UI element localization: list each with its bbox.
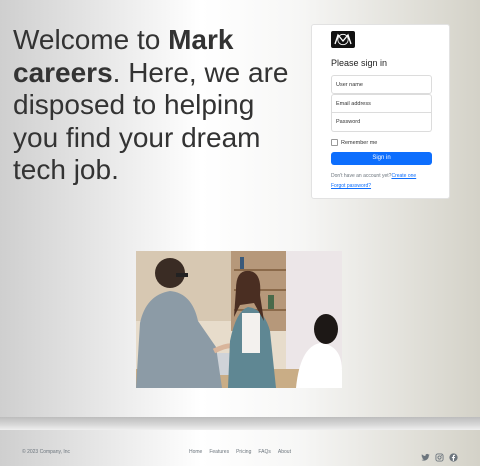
footer-link-features[interactable]: Features	[209, 449, 229, 455]
footer-link-pricing[interactable]: Pricing	[236, 449, 251, 455]
username-placeholder: User name	[336, 82, 363, 88]
create-account-link[interactable]: Create one	[391, 173, 416, 179]
remember-checkbox[interactable]	[331, 139, 338, 146]
remember-label: Remember me	[341, 139, 378, 146]
twitter-icon[interactable]	[421, 447, 430, 461]
signin-title: Please sign in	[331, 58, 388, 68]
forgot-password-link[interactable]: Forgot password?	[331, 183, 371, 189]
footer-link-home[interactable]: Home	[189, 449, 202, 455]
username-field[interactable]: User name	[331, 75, 432, 94]
social-links	[421, 447, 458, 462]
email-placeholder: Email address	[336, 101, 371, 107]
copyright: © 2023 Company, Inc	[22, 449, 71, 455]
footer: © 2023 Company, Inc Home Features Pricin…	[0, 430, 480, 462]
hero-heading: Welcome to Mark careers. Here, we are di…	[13, 24, 303, 187]
remember-me[interactable]: Remember me	[331, 139, 377, 146]
hero-photo	[136, 251, 342, 388]
email-field[interactable]: Email address	[331, 94, 432, 113]
signin-card: Please sign in User name Email address P…	[311, 24, 450, 199]
footer-link-faqs[interactable]: FAQs	[258, 449, 271, 455]
no-account-label: Don't have an account yet?	[331, 173, 392, 179]
section-divider	[0, 417, 480, 430]
hero-prefix: Welcome to	[13, 24, 169, 55]
footer-nav: Home Features Pricing FAQs About	[189, 449, 291, 455]
logo-icon	[331, 31, 355, 48]
facebook-icon[interactable]	[449, 447, 458, 462]
no-account-text: Don't have an account yet?Create one	[331, 173, 416, 179]
footer-link-about[interactable]: About	[278, 449, 291, 455]
password-field[interactable]: Password	[331, 113, 432, 132]
instagram-icon[interactable]	[435, 447, 444, 462]
signin-button[interactable]: Sign in	[331, 152, 432, 165]
password-placeholder: Password	[336, 119, 361, 125]
